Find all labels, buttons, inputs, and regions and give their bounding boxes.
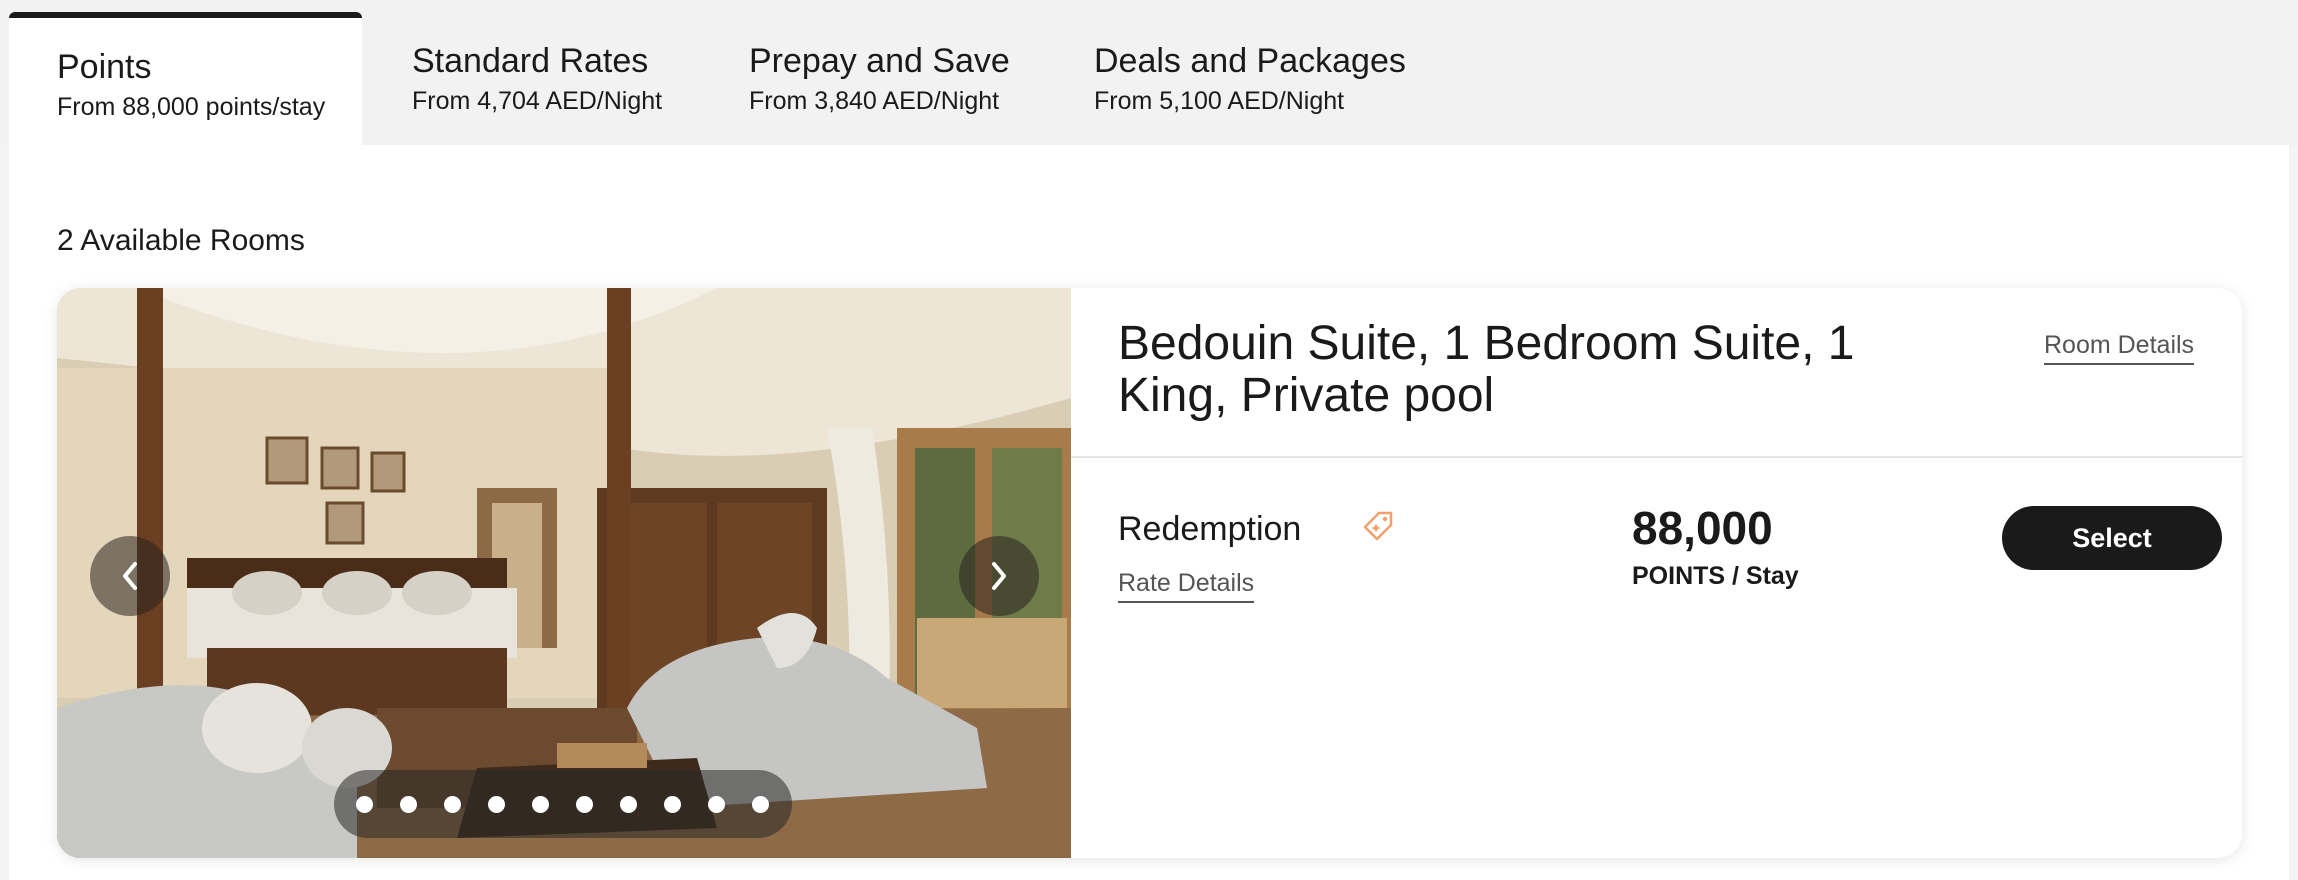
gallery-dot[interactable]: [664, 796, 681, 813]
tag-icon: [1363, 511, 1393, 541]
tab-prepay-and-save[interactable]: Prepay and Save From 3,840 AED/Night: [715, 12, 1015, 145]
gallery-dot[interactable]: [752, 796, 769, 813]
tab-points[interactable]: Points From 88,000 points/stay: [9, 12, 362, 145]
chevron-left-icon: [123, 562, 137, 590]
tab-subtitle: From 3,840 AED/Night: [749, 87, 1000, 115]
gallery-dot[interactable]: [356, 796, 373, 813]
room-details-link[interactable]: Room Details: [2044, 331, 2195, 365]
rooms-panel: 2 Available Rooms Bedouin Suite, 1 Bedro…: [9, 145, 2289, 880]
rate-tabs: Points From 88,000 points/stay Standard …: [0, 0, 2298, 145]
tab-subtitle: From 5,100 AED/Night: [1094, 87, 1345, 115]
gallery-dot[interactable]: [576, 796, 593, 813]
tab-subtitle: From 88,000 points/stay: [57, 93, 326, 121]
available-rooms-count: 2 Available Rooms: [57, 224, 305, 257]
rate-price: 88,000: [1632, 502, 1773, 554]
divider: [1071, 456, 2242, 458]
gallery-pagination: [334, 770, 792, 838]
gallery-dot[interactable]: [532, 796, 549, 813]
chevron-right-icon: [992, 562, 1006, 590]
rate-price-unit: POINTS / Stay: [1632, 562, 1799, 590]
gallery-dot[interactable]: [488, 796, 505, 813]
tab-subtitle: From 4,704 AED/Night: [412, 87, 663, 115]
gallery-dot[interactable]: [708, 796, 725, 813]
gallery-dot[interactable]: [620, 796, 637, 813]
room-photo-gallery: [57, 288, 1071, 858]
select-button[interactable]: Select: [2002, 506, 2222, 570]
tab-standard-rates[interactable]: Standard Rates From 4,704 AED/Night: [380, 12, 680, 145]
gallery-dot[interactable]: [400, 796, 417, 813]
room-details-panel: Bedouin Suite, 1 Bedroom Suite, 1 King, …: [1071, 288, 2242, 858]
tab-title: Standard Rates: [412, 42, 649, 80]
rate-name: Redemption: [1118, 510, 1302, 548]
room-selection-page: Points From 88,000 points/stay Standard …: [0, 0, 2298, 880]
rate-details-link[interactable]: Rate Details: [1118, 569, 1255, 603]
tab-title: Prepay and Save: [749, 42, 1010, 80]
gallery-prev-button[interactable]: [90, 536, 170, 616]
tab-deals-and-packages[interactable]: Deals and Packages From 5,100 AED/Night: [1060, 12, 1410, 145]
tab-title: Deals and Packages: [1094, 42, 1406, 80]
gallery-next-button[interactable]: [959, 536, 1039, 616]
tab-title: Points: [57, 48, 152, 86]
room-title: Bedouin Suite, 1 Bedroom Suite, 1 King, …: [1118, 317, 1855, 422]
room-card: Bedouin Suite, 1 Bedroom Suite, 1 King, …: [57, 288, 2242, 858]
gallery-dot[interactable]: [444, 796, 461, 813]
